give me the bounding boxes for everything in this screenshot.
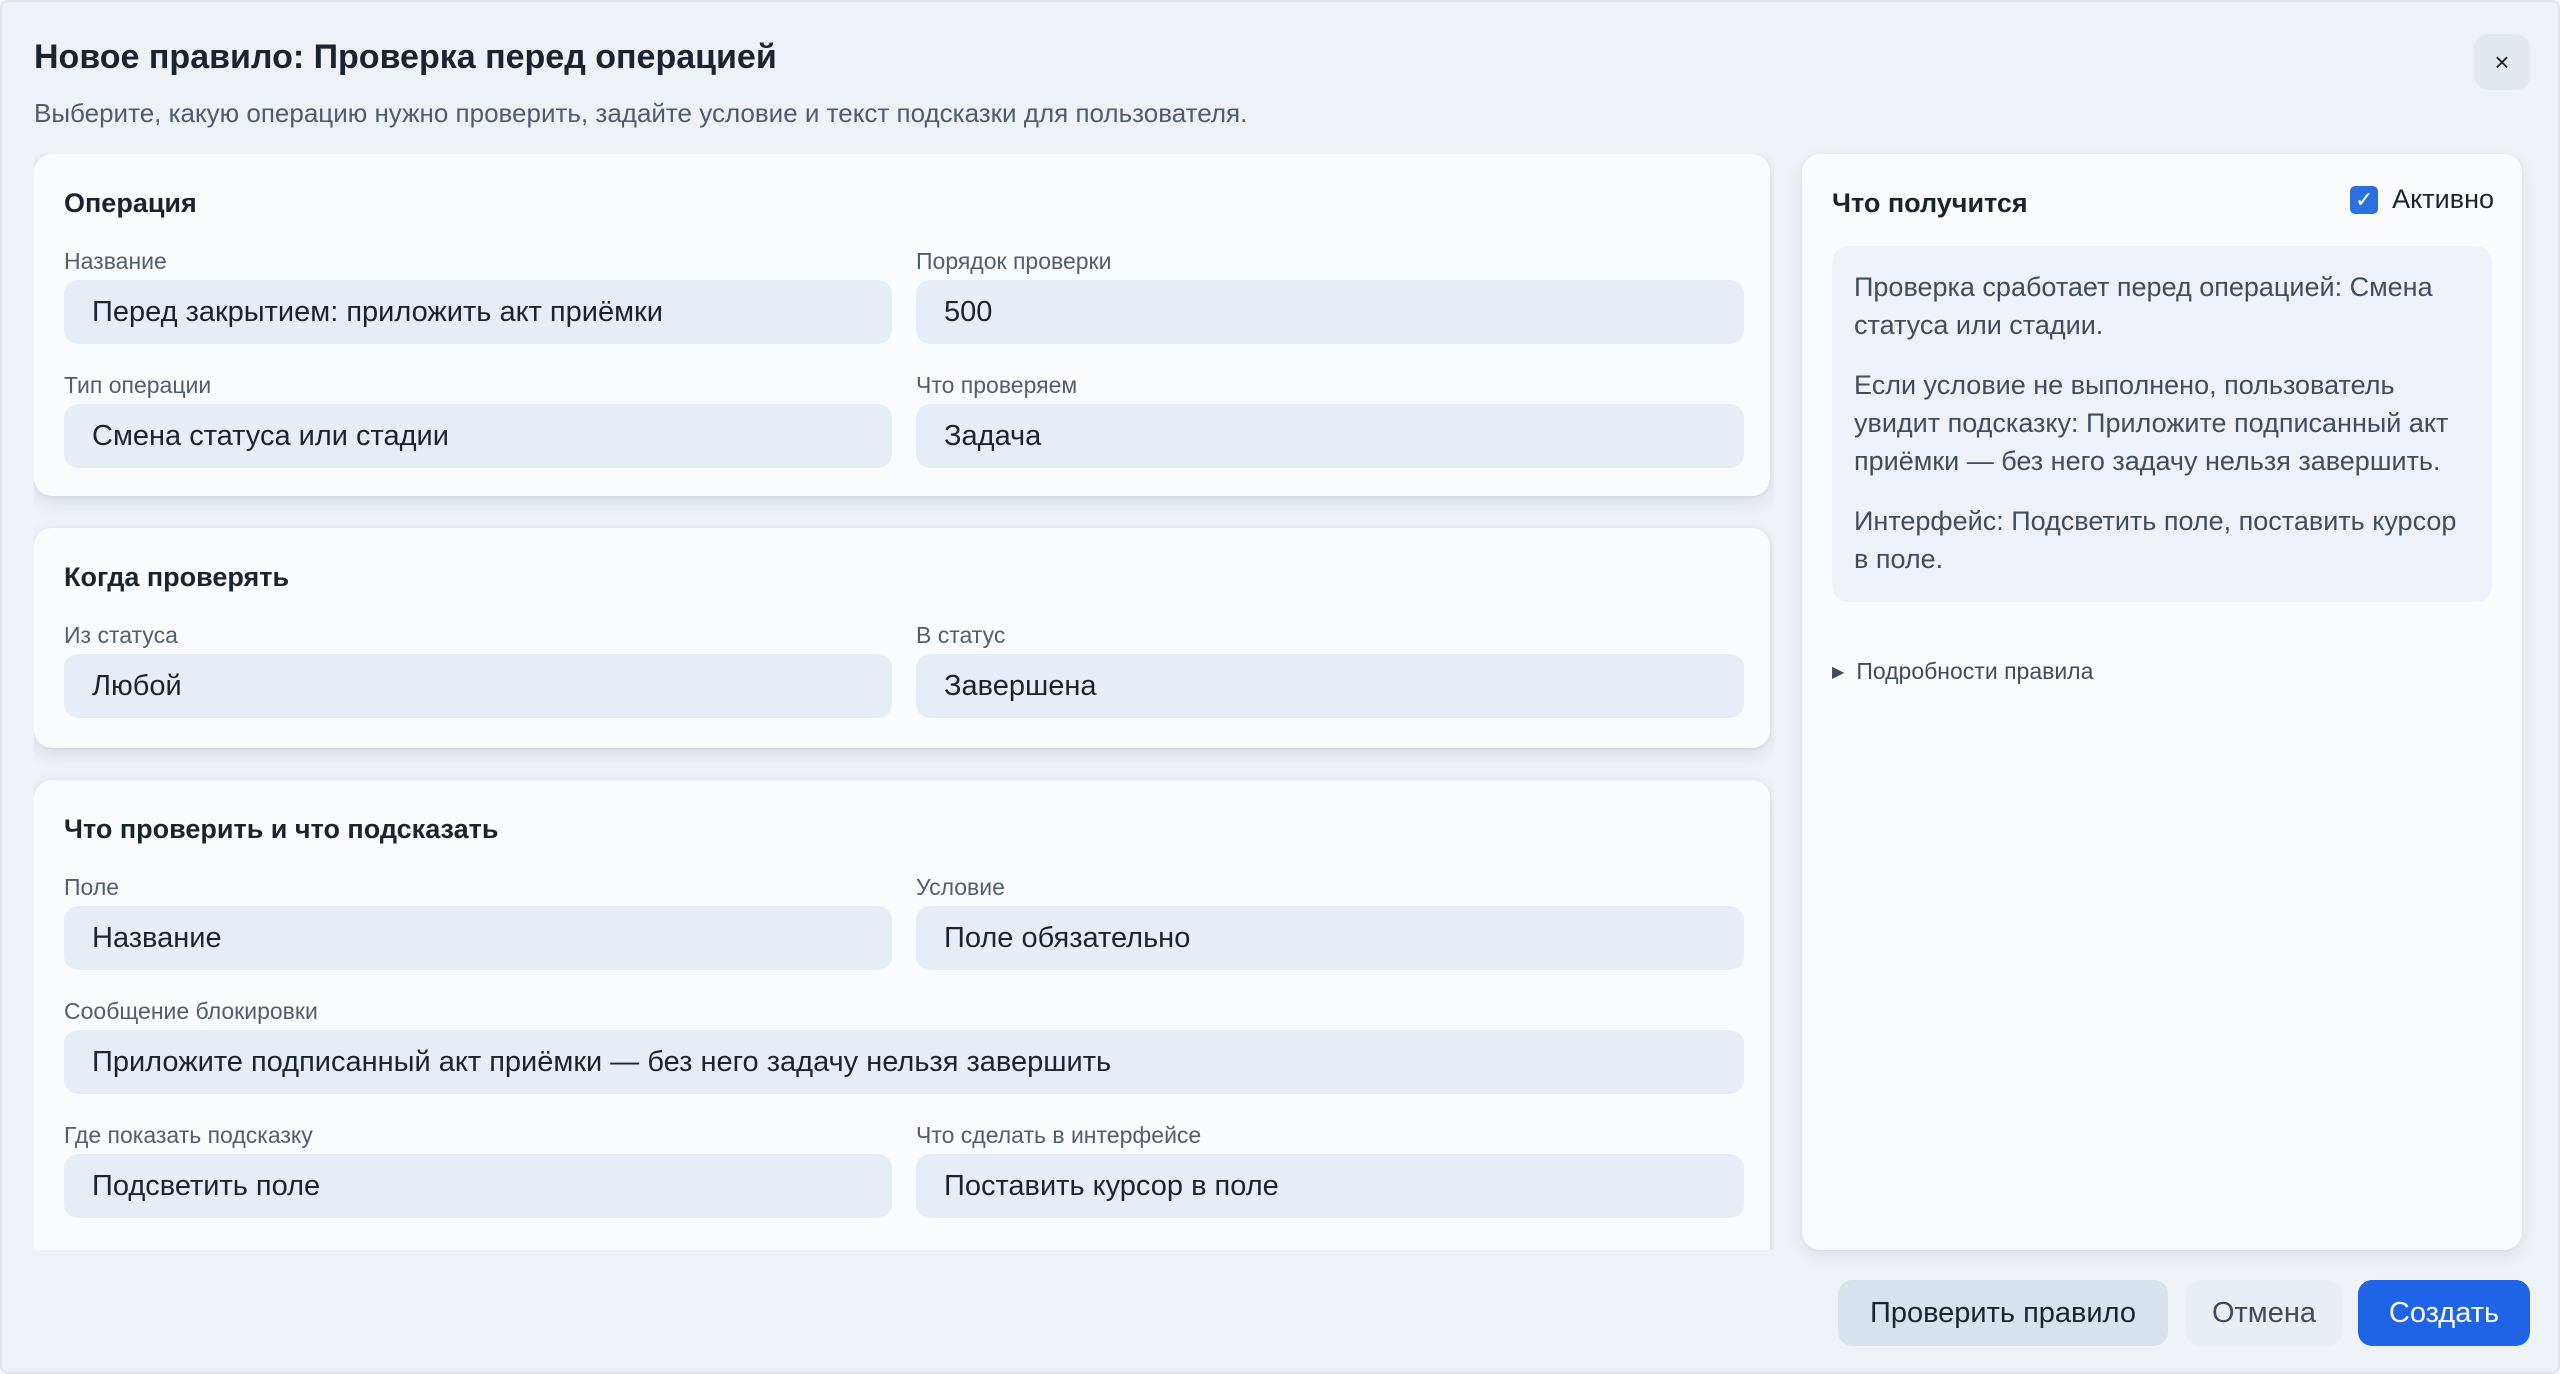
close-icon: × — [2494, 46, 2510, 77]
ui-action-label: Что сделать в интерфейсе — [916, 1122, 1202, 1148]
operation-type-label: Тип операции — [64, 372, 212, 398]
test-rule-button[interactable]: Проверить правило — [1838, 1280, 2168, 1346]
ui-action-value: Поставить курсор в поле — [944, 1169, 1279, 1202]
condition-select[interactable]: Поле обязательно — [916, 906, 1744, 970]
order-input-value: 500 — [944, 295, 993, 328]
name-input-value: Перед закрытием: приложить акт приёмки — [92, 295, 663, 328]
target-value: Задача — [944, 419, 1042, 452]
cancel-button[interactable]: Отмена — [2186, 1280, 2342, 1346]
check-card-title: Что проверить и что подсказать — [64, 814, 499, 844]
to-status-label: В статус — [916, 622, 1006, 648]
operation-type-select[interactable]: Смена статуса или стадии — [64, 404, 892, 468]
summary-panel: Что получится ✓ Активно Проверка сработа… — [1802, 154, 2522, 1250]
form-scroll-area[interactable]: Операция Название Перед закрытием: прило… — [34, 154, 1774, 1250]
active-toggle[interactable]: ✓ Активно — [2350, 184, 2494, 215]
order-label: Порядок проверки — [916, 248, 1112, 274]
close-button[interactable]: × — [2474, 34, 2530, 90]
from-status-select[interactable]: Любой — [64, 654, 892, 718]
operation-card: Операция Название Перед закрытием: прило… — [34, 154, 1770, 496]
to-status-select[interactable]: Завершена — [916, 654, 1744, 718]
hint-location-select[interactable]: Подсветить поле — [64, 1154, 892, 1218]
hint-location-label: Где показать подсказку — [64, 1122, 313, 1148]
name-input[interactable]: Перед закрытием: приложить акт приёмки — [64, 280, 892, 344]
target-label: Что проверяем — [916, 372, 1078, 398]
dialog-title: Новое правило: Проверка перед операцией — [34, 38, 777, 76]
dialog-subtitle: Выберите, какую операцию нужно проверить… — [34, 98, 1248, 128]
condition-value: Поле обязательно — [944, 921, 1191, 954]
ui-action-select[interactable]: Поставить курсор в поле — [916, 1154, 1744, 1218]
create-button[interactable]: Создать — [2358, 1280, 2530, 1346]
block-message-input[interactable]: Приложите подписанный акт приёмки — без … — [64, 1030, 1744, 1094]
field-label: Поле — [64, 874, 120, 900]
summary-interface-text: Интерфейс: Подсветить поле, поставить ку… — [1854, 506, 2457, 574]
summary-operation-text: Проверка сработает перед операцией: Смен… — [1854, 272, 2433, 340]
block-message-label: Сообщение блокировки — [64, 998, 318, 1024]
triangle-right-icon: ▶ — [1832, 663, 1845, 681]
target-select[interactable]: Задача — [916, 404, 1744, 468]
active-label: Активно — [2392, 184, 2494, 214]
active-checkbox[interactable]: ✓ — [2350, 185, 2379, 214]
rule-dialog: Новое правило: Проверка перед операцией … — [0, 0, 2560, 1374]
rule-details-toggle[interactable]: ▶ Подробности правила — [1832, 658, 2093, 685]
name-label: Название — [64, 248, 167, 274]
summary-hint-text: Если условие не выполнено, пользователь … — [1854, 370, 2449, 476]
operation-card-title: Операция — [64, 188, 197, 218]
when-card-title: Когда проверять — [64, 562, 290, 592]
from-status-label: Из статуса — [64, 622, 178, 648]
order-input[interactable]: 500 — [916, 280, 1744, 344]
field-select-value: Название — [92, 921, 222, 954]
field-select[interactable]: Название — [64, 906, 892, 970]
hint-location-value: Подсветить поле — [92, 1169, 321, 1202]
when-card: Когда проверять Из статуса Любой В стату… — [34, 528, 1770, 748]
from-status-value: Любой — [92, 669, 182, 702]
checkmark-icon: ✓ — [2354, 186, 2374, 212]
condition-label: Условие — [916, 874, 1005, 900]
summary-description: Проверка сработает перед операцией: Смен… — [1832, 246, 2492, 602]
block-message-value: Приложите подписанный акт приёмки — без … — [92, 1045, 1112, 1078]
operation-type-value: Смена статуса или стадии — [92, 419, 449, 452]
to-status-value: Завершена — [944, 669, 1097, 702]
rule-details-label: Подробности правила — [1856, 658, 2094, 684]
check-card: Что проверить и что подсказать Поле Назв… — [34, 780, 1770, 1250]
summary-title: Что получится — [1832, 188, 2028, 218]
